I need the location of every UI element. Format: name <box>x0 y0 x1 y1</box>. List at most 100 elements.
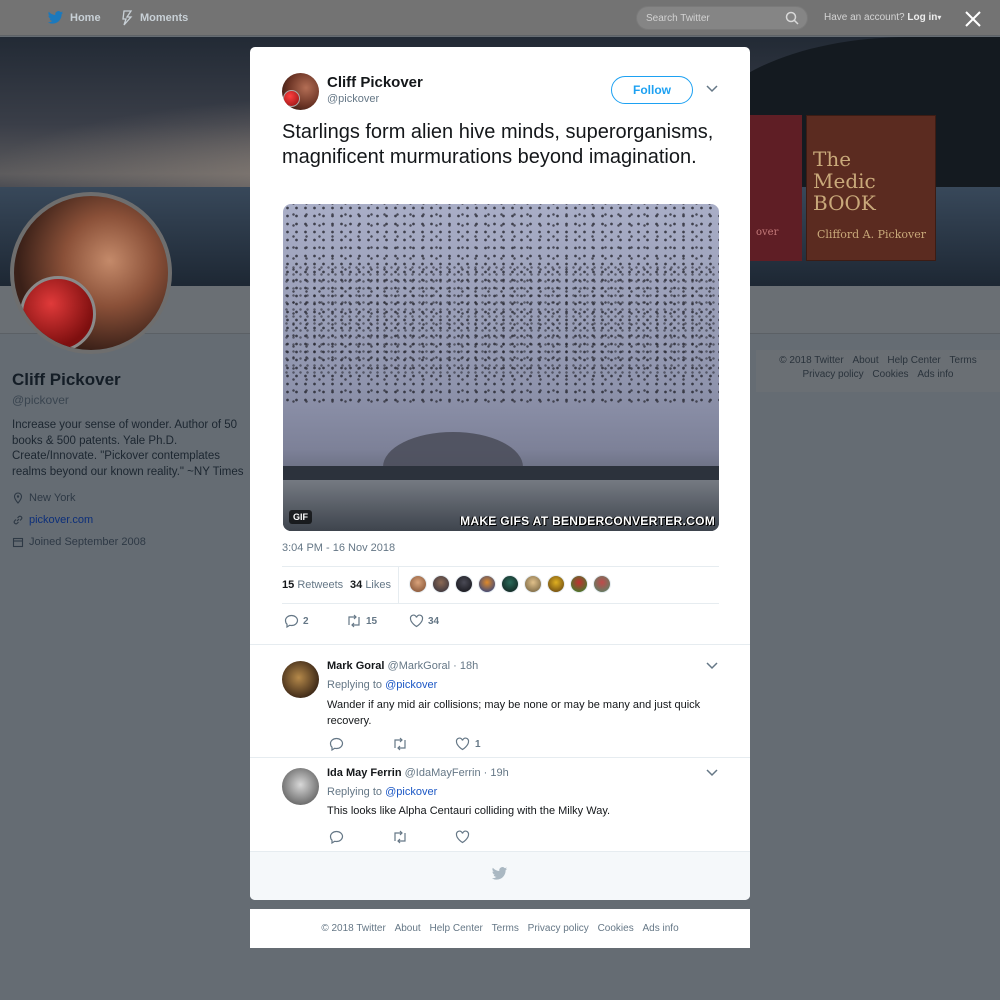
reply-text: This looks like Alpha Centauri colliding… <box>327 805 611 817</box>
reply-icon[interactable] <box>329 737 344 751</box>
reply-time[interactable]: · 19h <box>484 767 509 779</box>
reply-icon <box>284 614 299 628</box>
side-footer-about[interactable]: About <box>852 355 878 366</box>
retweet-count: 15 <box>366 615 378 627</box>
account-prompt: Have an account? Log in▾ <box>824 12 941 23</box>
side-footer-copyright: © 2018 Twitter <box>779 355 844 366</box>
heart-icon[interactable] <box>455 830 470 844</box>
tweet-author-name[interactable]: Cliff Pickover <box>327 74 423 91</box>
liker-avatar[interactable] <box>478 575 496 593</box>
profile-avatar[interactable] <box>10 192 172 354</box>
chevron-down-icon[interactable] <box>706 769 718 777</box>
side-footer-terms[interactable]: Terms <box>950 355 977 366</box>
retweet-icon[interactable] <box>392 830 408 844</box>
liker-avatar[interactable] <box>570 575 588 593</box>
reply-author-avatar[interactable] <box>282 661 319 698</box>
reply-time[interactable]: · 18h <box>453 660 478 672</box>
replying-to: Replying to @pickover <box>327 679 438 691</box>
heart-icon[interactable] <box>455 737 470 751</box>
profile-location: New York <box>12 492 248 504</box>
likes-label: Likes <box>365 579 391 591</box>
reply-author-handle[interactable]: @MarkGoral <box>388 660 451 672</box>
chevron-down-icon[interactable] <box>706 85 718 93</box>
likes-count: 34 <box>350 579 363 591</box>
like-count: 34 <box>428 615 440 627</box>
profile-website: pickover.com <box>12 514 248 526</box>
profile-joined: Joined September 2008 <box>12 536 248 548</box>
footer-ads-info[interactable]: Ads info <box>643 923 679 934</box>
liker-avatar[interactable] <box>455 575 473 593</box>
search-box <box>636 6 808 30</box>
likes-stat[interactable]: 34 Likes <box>350 579 391 591</box>
heart-icon <box>409 614 424 628</box>
lightning-icon <box>122 10 133 26</box>
footer-terms[interactable]: Terms <box>492 923 519 934</box>
profile-handle: @pickover <box>12 393 69 407</box>
tweet-author-avatar[interactable] <box>282 73 319 110</box>
side-footer-cookies[interactable]: Cookies <box>872 369 908 380</box>
footer-help-center[interactable]: Help Center <box>430 923 483 934</box>
profile-bio: Increase your sense of wonder. Author of… <box>12 419 244 478</box>
tweet-stats: 15 Retweets 34 Likes <box>282 566 719 604</box>
tweet-media-gif[interactable]: GIF MAKE GIFS AT BENDERCONVERTER.COM <box>283 204 719 531</box>
login-link[interactable]: Log in <box>907 12 937 23</box>
reply-item[interactable]: Ida May Ferrin @IdaMayFerrin · 19h Reply… <box>250 757 750 851</box>
profile-location-text: New York <box>29 492 76 504</box>
search-icon[interactable] <box>785 11 799 25</box>
liker-avatar[interactable] <box>524 575 542 593</box>
footer-about[interactable]: About <box>395 923 421 934</box>
tweet-text: Starlings form alien hive minds, superor… <box>282 121 714 168</box>
profile-website-link[interactable]: pickover.com <box>29 514 93 526</box>
reply-actions <box>327 830 470 844</box>
profile-name: Cliff Pickover <box>12 370 121 389</box>
reply-author-avatar[interactable] <box>282 768 319 805</box>
twitter-bird-icon <box>491 867 508 880</box>
reply-item[interactable]: Mark Goral @MarkGoral · 18h Replying to … <box>250 644 750 757</box>
location-pin-icon <box>13 492 23 504</box>
retweet-action[interactable]: 15 <box>346 613 377 629</box>
replying-to-link[interactable]: @pickover <box>385 786 437 798</box>
media-watermark: MAKE GIFS AT BENDERCONVERTER.COM <box>460 514 715 528</box>
liker-avatar[interactable] <box>501 575 519 593</box>
reply-action[interactable]: 2 <box>284 613 309 629</box>
nav-moments[interactable]: Moments <box>120 0 188 36</box>
tweet-modal: Cliff Pickover @pickover Follow Starling… <box>250 47 750 900</box>
footer-copyright: © 2018 Twitter <box>321 923 386 934</box>
reply-header: Ida May Ferrin @IdaMayFerrin · 19h <box>327 767 509 779</box>
reply-author-name[interactable]: Mark Goral <box>327 660 384 672</box>
tweet-timestamp[interactable]: 3:04 PM - 16 Nov 2018 <box>282 542 395 554</box>
liker-avatar[interactable] <box>547 575 565 593</box>
twitter-bird-icon <box>47 11 64 24</box>
footer-privacy[interactable]: Privacy policy <box>528 923 589 934</box>
replying-to-link[interactable]: @pickover <box>385 679 437 691</box>
modal-footer <box>250 851 750 900</box>
retweets-label: Retweets <box>297 579 344 591</box>
side-footer-privacy[interactable]: Privacy policy <box>803 369 864 380</box>
reply-count: 2 <box>303 615 309 627</box>
reply-author-name[interactable]: Ida May Ferrin <box>327 767 402 779</box>
link-icon <box>13 515 23 525</box>
footer-cookies[interactable]: Cookies <box>598 923 634 934</box>
side-footer-help[interactable]: Help Center <box>887 355 940 366</box>
nav-moments-label: Moments <box>140 12 189 24</box>
nav-home[interactable]: Home <box>47 0 101 36</box>
reply-author-handle[interactable]: @IdaMayFerrin <box>405 767 481 779</box>
retweets-stat[interactable]: 15 Retweets <box>282 579 343 591</box>
tweet-author-handle[interactable]: @pickover <box>327 93 379 105</box>
chevron-down-icon[interactable] <box>706 662 718 670</box>
retweet-icon[interactable] <box>392 737 408 751</box>
side-footer-ads[interactable]: Ads info <box>917 369 953 380</box>
liker-avatar[interactable] <box>432 575 450 593</box>
banner-book-medical-title: The Medic BOOK <box>813 147 876 215</box>
reply-like-count: 1 <box>475 738 481 750</box>
banner-book-left-author: over <box>756 227 779 238</box>
banner-book-medical-author: Clifford A. Pickover <box>817 228 926 241</box>
search-input[interactable] <box>637 7 777 29</box>
side-footer: © 2018 Twitter About Help Center Terms P… <box>756 350 1000 392</box>
like-action[interactable]: 34 <box>409 613 439 629</box>
reply-icon[interactable] <box>329 830 344 844</box>
close-icon[interactable] <box>962 8 984 30</box>
follow-button[interactable]: Follow <box>611 76 693 104</box>
liker-avatar[interactable] <box>593 575 611 593</box>
liker-avatar[interactable] <box>409 575 427 593</box>
